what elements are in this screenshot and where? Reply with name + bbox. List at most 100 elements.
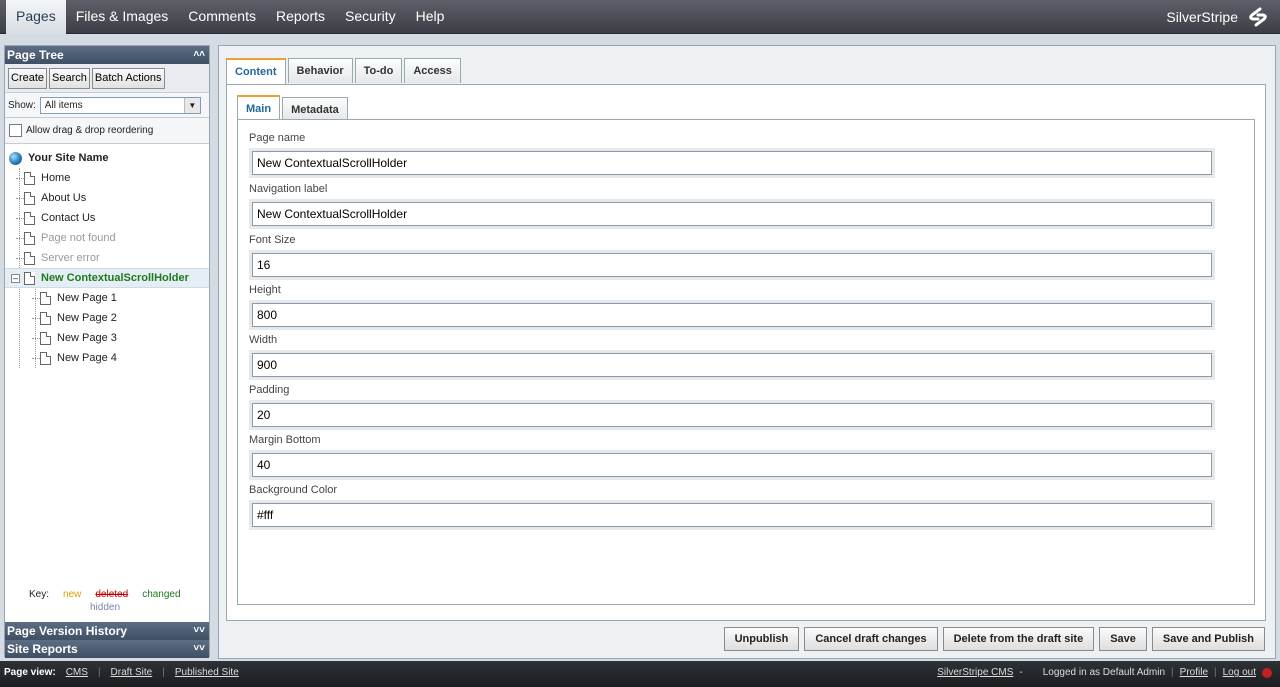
tab-to-do[interactable]: To-do — [354, 58, 403, 83]
tree-connector — [16, 198, 24, 199]
tree-node-page-not-found[interactable]: Page not found — [5, 228, 209, 248]
collapse-node-icon[interactable]: – — [11, 274, 20, 283]
delete-from-draft-button[interactable]: Delete from the draft site — [942, 627, 1095, 651]
tree-node-server-error[interactable]: Server error — [5, 248, 209, 268]
batch-actions-button[interactable]: Batch Actions — [91, 68, 165, 89]
sub-tabs: Main Metadata — [237, 95, 348, 120]
cms-version-link[interactable]: SilverStripe CMS — [937, 661, 1013, 685]
draft-site-link[interactable]: Draft Site — [111, 661, 153, 685]
cancel-draft-changes-button[interactable]: Cancel draft changes — [804, 627, 938, 651]
tree-node-label: Server error — [41, 252, 100, 264]
page-icon — [24, 251, 35, 265]
tree-node-new-page-2[interactable]: New Page 2 — [5, 308, 209, 328]
tree-root[interactable]: Your Site Name — [5, 148, 209, 168]
page-icon — [40, 331, 51, 345]
expand-icon[interactable]: ˅˅ — [193, 640, 205, 658]
background-color-label: Background Color — [249, 484, 338, 496]
tree-connector — [32, 318, 40, 319]
page-icon — [24, 271, 35, 285]
cms-link[interactable]: CMS — [66, 661, 88, 685]
version-history-title: Page Version History — [7, 624, 128, 638]
tree-node-contact-us[interactable]: Contact Us — [5, 208, 209, 228]
tab-behavior[interactable]: Behavior — [287, 58, 353, 83]
padding-field[interactable] — [252, 403, 1212, 427]
menu-security[interactable]: Security — [335, 0, 406, 34]
page-icon — [40, 351, 51, 365]
user-info: SilverStripe CMS - Logged in as Default … — [937, 661, 1272, 685]
height-field[interactable] — [252, 303, 1212, 327]
unpublish-button[interactable]: Unpublish — [723, 627, 800, 651]
tree-node-about-us[interactable]: About Us — [5, 188, 209, 208]
divider: | — [1214, 667, 1217, 678]
page-view-links: Page view: CMS | Draft Site | Published … — [4, 661, 239, 685]
background-color-field[interactable] — [252, 503, 1212, 527]
key-new: new — [63, 589, 82, 600]
collapse-icon[interactable]: ˄˄ — [193, 46, 205, 64]
tree-node-label: New Page 3 — [57, 332, 117, 344]
save-and-publish-button[interactable]: Save and Publish — [1151, 627, 1265, 651]
page-icon — [24, 211, 35, 225]
expand-icon[interactable]: ˅˅ — [193, 622, 205, 640]
left-panel: Page Tree ˄˄ Create Search Batch Actions… — [4, 45, 210, 658]
chevron-down-icon[interactable]: ▼ — [183, 97, 200, 113]
main-menu: Pages Files & Images Comments Reports Se… — [6, 0, 454, 34]
key-label: Key: — [29, 589, 50, 600]
create-button[interactable]: Create — [8, 68, 48, 89]
page-tree-header[interactable]: Page Tree ˄˄ — [5, 46, 209, 64]
menu-files-images[interactable]: Files & Images — [66, 0, 179, 34]
drag-drop-row: Allow drag & drop reordering — [5, 118, 209, 144]
site-reports-header[interactable]: Site Reports ˅˅ — [5, 640, 209, 658]
logout-icon[interactable] — [1262, 668, 1272, 678]
footer-bar: Page view: CMS | Draft Site | Published … — [0, 661, 1280, 687]
show-select[interactable]: All items ▼ — [39, 96, 201, 114]
tree-connector — [16, 178, 24, 179]
site-name: Your Site Name — [28, 152, 109, 164]
divider: | — [97, 667, 101, 678]
version-history-header[interactable]: Page Version History ˅˅ — [5, 622, 209, 640]
tab-metadata[interactable]: Metadata — [282, 97, 348, 120]
show-label: Show: — [8, 99, 36, 111]
menu-help[interactable]: Help — [406, 0, 455, 34]
height-label: Height — [249, 284, 281, 296]
published-site-link[interactable]: Published Site — [175, 661, 239, 685]
tree-node-home[interactable]: Home — [5, 168, 209, 188]
page-name-field[interactable] — [252, 151, 1212, 175]
tree-node-new-page-4[interactable]: New Page 4 — [5, 348, 209, 368]
cms-version-dash: - — [1019, 667, 1023, 678]
tree-node-label: Contact Us — [41, 212, 96, 224]
font-size-field[interactable] — [252, 253, 1212, 277]
main-tabs: Content Behavior To-do Access — [226, 58, 461, 85]
content-tab-panel: Main Metadata Page name Navigation label… — [226, 84, 1266, 621]
tree-connector — [32, 298, 40, 299]
key-changed: changed — [142, 589, 181, 600]
tree-node-contextual-scroll-holder[interactable]: – New ContextualScrollHolder — [5, 268, 209, 288]
page-icon — [24, 191, 35, 205]
profile-link[interactable]: Profile — [1180, 661, 1208, 685]
drag-drop-checkbox[interactable] — [9, 124, 22, 137]
menu-comments[interactable]: Comments — [178, 0, 266, 34]
tab-content[interactable]: Content — [226, 58, 286, 85]
save-button[interactable]: Save — [1099, 627, 1147, 651]
status-key: Key: new deleted changed hidden — [5, 589, 209, 613]
navigation-label-field[interactable] — [252, 202, 1212, 226]
tree-node-new-page-1[interactable]: New Page 1 — [5, 288, 209, 308]
tree-toolbar: Create Search Batch Actions — [5, 64, 209, 93]
tree-node-new-page-3[interactable]: New Page 3 — [5, 328, 209, 348]
tab-main[interactable]: Main — [237, 95, 281, 120]
silverstripe-logo-icon[interactable] — [1246, 5, 1270, 29]
top-menu-bar: Pages Files & Images Comments Reports Se… — [0, 0, 1280, 34]
width-field[interactable] — [252, 353, 1212, 377]
menu-reports[interactable]: Reports — [266, 0, 335, 34]
menu-pages[interactable]: Pages — [6, 0, 66, 34]
page-tree-title: Page Tree — [7, 48, 64, 62]
tab-access[interactable]: Access — [404, 58, 461, 83]
tree-node-label: Home — [41, 172, 71, 184]
brand-name: SilverStripe — [1166, 8, 1238, 25]
form-actions: Unpublish Cancel draft changes Delete fr… — [723, 627, 1265, 651]
page-icon — [24, 231, 35, 245]
font-size-label: Font Size — [249, 234, 296, 246]
logout-link[interactable]: Log out — [1223, 661, 1256, 685]
search-button[interactable]: Search — [49, 68, 90, 89]
tree-connector — [16, 238, 24, 239]
margin-bottom-field[interactable] — [252, 453, 1212, 477]
